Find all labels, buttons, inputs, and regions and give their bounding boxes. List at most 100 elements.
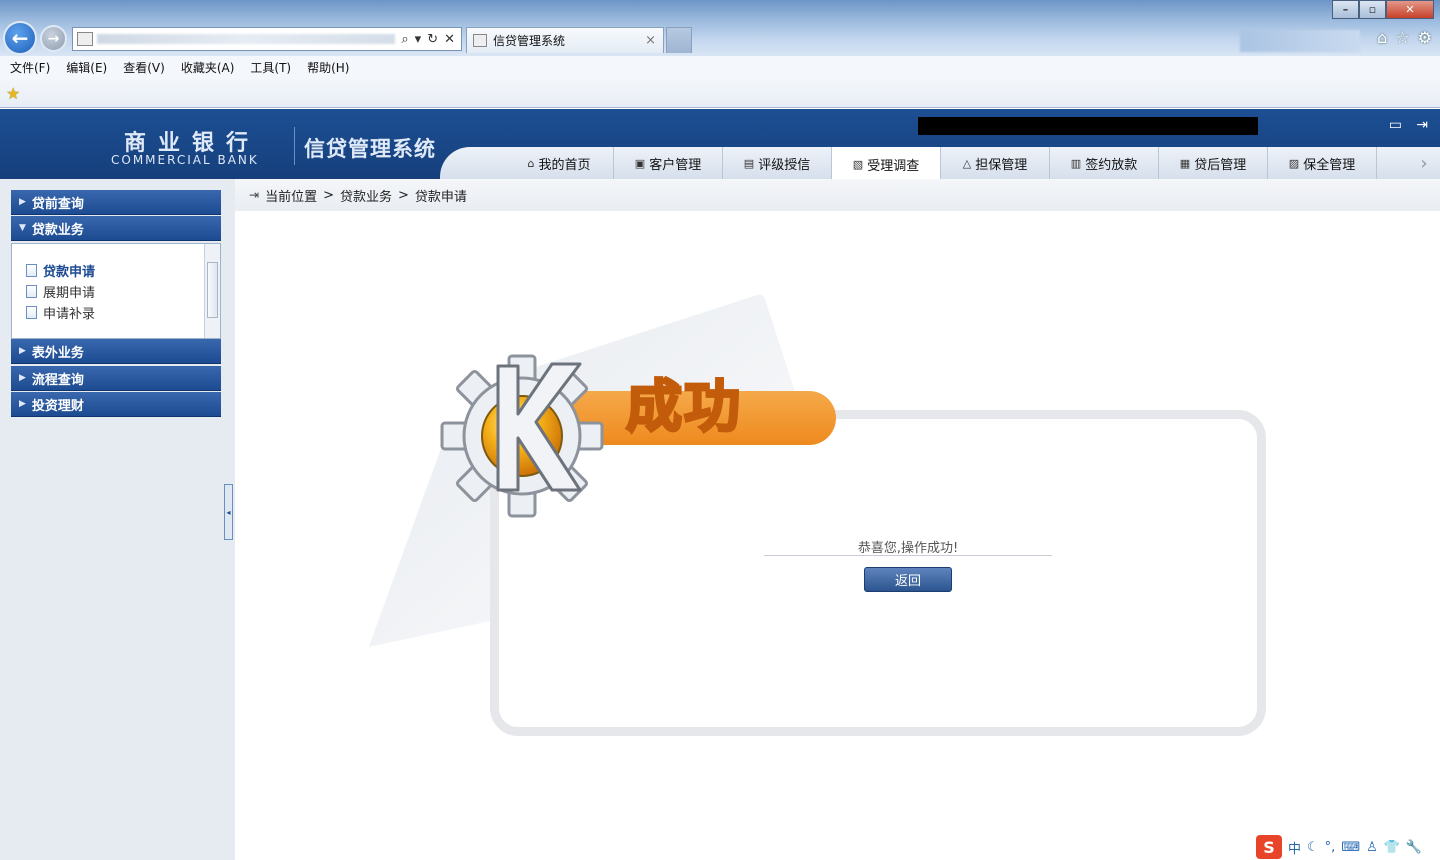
sidebar-scrollbar[interactable] — [204, 244, 220, 338]
skin-shirt-icon[interactable]: 👕 — [1384, 840, 1400, 855]
contract-icon: ▥ — [1070, 156, 1082, 170]
keyboard-icon[interactable]: ⌨ — [1341, 840, 1360, 855]
system-title: 信贷管理系统 — [304, 137, 436, 161]
menu-edit[interactable]: 编辑(E) — [66, 59, 107, 76]
location-icon: ⇥ — [249, 188, 260, 202]
punctuation-icon[interactable]: °, — [1325, 840, 1336, 855]
tab-title: 信贷管理系统 — [493, 34, 566, 48]
success-message: 恭喜您,操作成功! — [764, 537, 1052, 556]
browser-search-blurred[interactable] — [1240, 30, 1360, 52]
menu-favorites[interactable]: 收藏夹(A) — [181, 59, 235, 76]
sidebar-item-label: 展期申请 — [43, 286, 96, 301]
user-icon[interactable]: ♙ — [1366, 840, 1378, 855]
preservation-icon: ▨ — [1288, 156, 1300, 170]
add-favorite-star-icon[interactable]: ★ — [6, 84, 20, 103]
nav-more-chevron-icon[interactable]: › — [1408, 147, 1440, 179]
close-button[interactable]: ✕ — [1386, 0, 1434, 19]
nav-tab-label: 保全管理 — [1303, 157, 1356, 173]
chinese-mode-icon[interactable]: 中 — [1288, 838, 1301, 857]
settings-gear-icon[interactable]: ⚙ — [1418, 28, 1432, 47]
sidebar-group-label: 投资理财 — [31, 398, 84, 414]
sidebar-group-label: 贷前查询 — [31, 196, 84, 212]
back-button[interactable]: ← — [3, 21, 37, 55]
sidebar-item-label: 贷款申请 — [43, 265, 96, 280]
sidebar-item-loan-application[interactable]: 贷款申请 — [12, 260, 220, 281]
search-icon[interactable]: ⌕ — [401, 32, 408, 47]
dropdown-icon[interactable]: ▾ — [415, 32, 422, 47]
forward-arrow-icon: → — [47, 30, 60, 47]
nav-tab-rating[interactable]: ▤ 评级授信 — [723, 147, 832, 179]
nav-tab-home[interactable]: ⌂ 我的首页 — [505, 147, 614, 179]
tab-close-icon[interactable]: × — [645, 33, 656, 48]
nav-tab-investigation[interactable]: ▧ 受理调查 — [832, 147, 941, 181]
sidebar-group-items: 贷款申请 展期申请 申请补录 — [11, 243, 221, 339]
forward-button[interactable]: → — [40, 25, 67, 52]
chevron-right-icon: ▶ — [19, 197, 26, 207]
document-icon — [26, 285, 37, 298]
half-width-moon-icon[interactable]: ☾ — [1307, 840, 1319, 855]
ime-toolbar: S 中 ☾ °, ⌨ ♙ 👕 🔧 — [1254, 834, 1440, 860]
browser-tab[interactable]: 信贷管理系统 × — [466, 27, 664, 53]
new-tab-button[interactable] — [666, 27, 692, 53]
sidebar-item-label: 申请补录 — [43, 307, 96, 322]
address-bar[interactable]: ⌕ ▾ ↻ ✕ — [72, 27, 462, 51]
sidebar-group-investment[interactable]: ▶ 投资理财 — [11, 392, 221, 417]
success-banner-text: 成功 — [625, 374, 742, 442]
return-button[interactable]: 返回 — [864, 567, 952, 592]
menu-file[interactable]: 文件(F) — [10, 59, 50, 76]
stop-icon[interactable]: ✕ — [444, 32, 455, 47]
breadcrumb-separator: > — [398, 187, 409, 203]
sidebar-group-loan-business[interactable]: ▼ 贷款业务 — [11, 216, 221, 241]
logout-icon[interactable]: ⇥ — [1416, 117, 1428, 133]
nav-tab-preservation[interactable]: ▨ 保全管理 — [1268, 147, 1377, 179]
sidebar-group-pre-loan-query[interactable]: ▶ 贷前查询 — [11, 190, 221, 215]
document-icon — [26, 264, 37, 277]
brand-name-en: COMMERCIAL BANK — [111, 153, 259, 167]
nav-tab-guarantee[interactable]: △ 担保管理 — [941, 147, 1050, 179]
monitor-icon[interactable]: ▭ — [1389, 117, 1402, 133]
breadcrumb-separator: > — [323, 187, 334, 203]
wrench-icon[interactable]: 🔧 — [1406, 840, 1422, 855]
page-icon — [77, 32, 93, 46]
tab-page-icon — [473, 34, 487, 47]
nav-tab-label: 客户管理 — [649, 157, 702, 173]
sidebar-item-extension-application[interactable]: 展期申请 — [12, 281, 220, 302]
favorites-icon[interactable]: ☆ — [1395, 28, 1409, 47]
browser-menubar: 文件(F) 编辑(E) 查看(V) 收藏夹(A) 工具(T) 帮助(H) — [0, 56, 1440, 78]
k-gear-logo-icon — [430, 350, 620, 520]
menu-view[interactable]: 查看(V) — [123, 59, 165, 76]
customer-icon: ▣ — [634, 156, 646, 170]
home-icon[interactable]: ⌂ — [1377, 28, 1387, 47]
chevron-right-icon: ▶ — [19, 373, 26, 383]
breadcrumb-item-loan-application[interactable]: 贷款申请 — [415, 186, 467, 205]
nav-tab-customer[interactable]: ▣ 客户管理 — [614, 147, 723, 179]
address-url-blurred — [97, 34, 396, 44]
refresh-icon[interactable]: ↻ — [427, 32, 438, 47]
chevron-right-icon: ▶ — [19, 346, 26, 356]
sidebar-group-off-balance[interactable]: ▶ 表外业务 — [11, 339, 221, 364]
breadcrumb-item-loan-business[interactable]: 贷款业务 — [340, 186, 392, 205]
back-arrow-icon: ← — [11, 26, 29, 50]
nav-tab-postloan[interactable]: ▦ 贷后管理 — [1159, 147, 1268, 179]
menu-help[interactable]: 帮助(H) — [307, 59, 349, 76]
home-icon: ⌂ — [527, 156, 535, 170]
minimize-button[interactable]: – — [1332, 0, 1359, 19]
nav-tab-label: 贷后管理 — [1194, 157, 1247, 173]
sidebar-group-label: 表外业务 — [31, 345, 84, 361]
sidebar-item-supplement-entry[interactable]: 申请补录 — [12, 302, 220, 323]
main-nav: ⌂ 我的首页 ▣ 客户管理 ▤ 评级授信 ▧ 受理调查 △ 担保管理 ▥ 签约放款 ▦ 贷后管… — [505, 147, 1377, 181]
breadcrumb-label: 当前位置 — [265, 189, 318, 205]
scrollbar-thumb[interactable] — [207, 262, 218, 318]
chevron-down-icon: ▼ — [19, 223, 26, 233]
nav-tab-contract[interactable]: ▥ 签约放款 — [1050, 147, 1159, 179]
sidebar-group-label: 流程查询 — [31, 372, 84, 388]
brand-divider — [294, 127, 295, 165]
maximize-button[interactable]: ▫ — [1359, 0, 1386, 19]
sidebar-group-process-query[interactable]: ▶ 流程查询 — [11, 366, 221, 391]
user-info-redacted — [918, 117, 1258, 135]
sidebar-collapse-toggle[interactable]: ◂ — [224, 484, 233, 540]
sogou-ime-logo-icon[interactable]: S — [1256, 835, 1282, 859]
menu-tools[interactable]: 工具(T) — [250, 59, 291, 76]
nav-tab-label: 我的首页 — [538, 157, 591, 173]
postloan-icon: ▦ — [1179, 156, 1191, 170]
